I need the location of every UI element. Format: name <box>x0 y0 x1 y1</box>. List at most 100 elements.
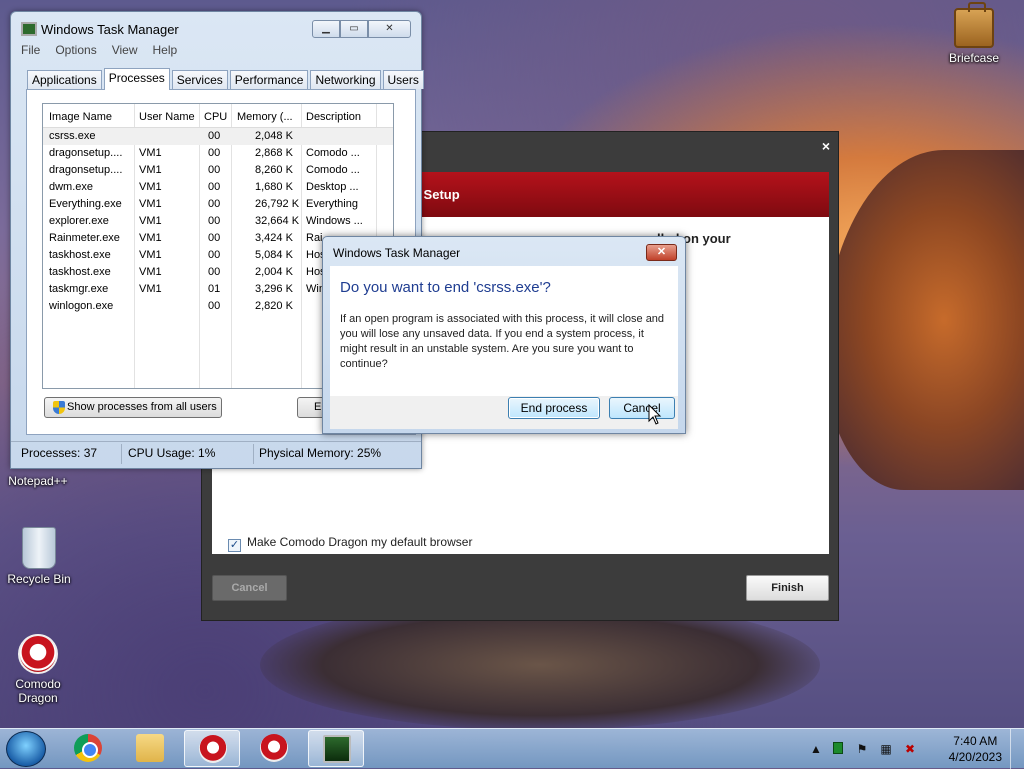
show-all-processes-button[interactable]: Show processes from all users <box>44 397 222 418</box>
cell-mem: 2,048 K <box>255 130 293 142</box>
table-row[interactable]: Everything.exe VM1 00 26,792 K Everything <box>43 196 393 213</box>
cell-mem: 32,664 K <box>255 215 300 227</box>
recycle-bin-icon <box>22 527 56 569</box>
menu-file[interactable]: File <box>21 43 40 57</box>
desktop-icon-comodo-dragon[interactable]: Comodo Dragon <box>0 634 76 705</box>
cell-user: VM1 <box>139 249 162 261</box>
menu-options[interactable]: Options <box>55 43 96 57</box>
dialog-message: If an open program is associated with th… <box>340 313 665 370</box>
tab-networking[interactable]: Networking <box>310 70 381 89</box>
task-manager-icon <box>323 735 351 763</box>
wallpaper-cliff <box>824 150 1024 490</box>
cell-user: VM1 <box>139 283 162 295</box>
dialog-question: Do you want to end 'csrss.exe'? <box>340 279 551 296</box>
cell-desc: Comodo ... <box>306 164 360 176</box>
taskbar-explorer[interactable] <box>122 730 178 767</box>
cell-cpu: 00 <box>208 266 221 278</box>
column-header-image-name[interactable]: Image Name <box>49 111 112 123</box>
tab-users[interactable]: Users <box>382 70 424 89</box>
taskbar: ▲ ⚑ ▦ ✖ 7:40 AM 4/20/2023 <box>0 728 1024 769</box>
desktop-icon-recycle-bin[interactable]: Recycle Bin <box>1 527 77 586</box>
cell-mem: 2,868 K <box>255 147 293 159</box>
default-browser-checkbox-row[interactable]: ✓ Make Comodo Dragon my default browser <box>228 535 472 552</box>
column-header-cpu[interactable]: CPU <box>204 111 227 123</box>
tab-performance[interactable]: Performance <box>229 70 309 89</box>
menu-help[interactable]: Help <box>153 43 178 57</box>
menu-view[interactable]: View <box>112 43 138 57</box>
desktop-icon-label: Briefcase <box>948 51 1000 65</box>
taskbar-task-manager[interactable] <box>308 730 364 767</box>
column-header-description[interactable]: Description <box>306 111 361 123</box>
setup-finish-button[interactable]: Finish <box>746 575 829 601</box>
show-hidden-icon[interactable]: ▲ <box>809 742 823 756</box>
clock-date: 4/20/2023 <box>948 750 1002 764</box>
taskbar-comodo-dragon[interactable] <box>184 730 240 767</box>
taskbar-comodo-setup[interactable] <box>246 730 302 767</box>
status-cpu: CPU Usage: 1% <box>128 446 216 460</box>
mouse-cursor-icon <box>648 404 662 425</box>
table-row[interactable]: explorer.exe VM1 00 32,664 K Windows ... <box>43 213 393 230</box>
cell-desc: Desktop ... <box>306 181 359 193</box>
cell-name: taskhost.exe <box>49 266 111 278</box>
dialog-cancel-button[interactable]: Cancel <box>609 397 675 419</box>
cell-mem: 2,820 K <box>255 300 293 312</box>
close-icon[interactable]: × <box>822 138 830 154</box>
cell-name: explorer.exe <box>49 215 109 227</box>
tab-services[interactable]: Services <box>171 70 228 89</box>
cell-mem: 26,792 K <box>255 198 300 210</box>
status-separator <box>121 444 122 464</box>
cell-cpu: 00 <box>208 249 221 261</box>
cell-user: VM1 <box>139 232 162 244</box>
cell-name: dragonsetup.... <box>49 164 123 176</box>
comodo-dragon-icon <box>18 634 58 674</box>
show-desktop-button[interactable] <box>1010 729 1024 769</box>
cell-mem: 5,084 K <box>255 249 293 261</box>
cell-desc: Rai <box>306 232 323 244</box>
minimize-button[interactable]: ▁ <box>312 20 340 38</box>
cell-cpu: 01 <box>208 283 221 295</box>
desktop-icon-notepad[interactable]: Notepad++ <box>0 474 76 488</box>
folder-icon <box>136 734 164 762</box>
volume-muted-icon[interactable]: ✖ <box>903 742 917 756</box>
cell-name: Rainmeter.exe <box>49 232 120 244</box>
cell-cpu: 00 <box>208 198 221 210</box>
table-row[interactable]: dwm.exe VM1 00 1,680 K Desktop ... <box>43 179 393 196</box>
status-separator <box>253 444 254 464</box>
close-button[interactable]: ✕ <box>368 20 411 38</box>
table-row[interactable]: csrss.exe 00 2,048 K <box>43 128 393 145</box>
clock[interactable]: 7:40 AM 4/20/2023 <box>949 733 1002 765</box>
show-all-processes-label: Show processes from all users <box>67 401 217 413</box>
cell-cpu: 00 <box>208 164 221 176</box>
chrome-icon <box>74 734 102 762</box>
green-app-icon[interactable] <box>833 742 843 754</box>
column-header-memory[interactable]: Memory (... <box>237 111 293 123</box>
setup-cancel-button[interactable]: Cancel <box>212 575 287 601</box>
network-icon[interactable]: ▦ <box>879 742 893 756</box>
clock-time: 7:40 AM <box>953 734 998 748</box>
status-memory: Physical Memory: 25% <box>259 446 382 460</box>
cell-mem: 8,260 K <box>255 164 293 176</box>
start-button[interactable] <box>6 731 46 767</box>
cell-cpu: 00 <box>208 300 221 312</box>
column-header-user-name[interactable]: User Name <box>139 111 195 123</box>
desktop-icon-briefcase[interactable]: Briefcase <box>936 2 1012 65</box>
cell-cpu: 00 <box>208 181 221 193</box>
taskbar-chrome[interactable] <box>60 730 116 767</box>
end-process-confirm-button[interactable]: End process <box>508 397 600 419</box>
flag-icon[interactable]: ⚑ <box>855 742 869 756</box>
system-tray: ▲ ⚑ ▦ ✖ 7:40 AM 4/20/2023 <box>809 729 1024 769</box>
comodo-dragon-icon <box>260 734 288 762</box>
maximize-button[interactable]: ▭ <box>340 20 368 38</box>
cell-user: VM1 <box>139 215 162 227</box>
tab-processes[interactable]: Processes <box>103 68 170 90</box>
cell-name: dragonsetup.... <box>49 147 123 159</box>
table-row[interactable]: dragonsetup.... VM1 00 8,260 K Comodo ... <box>43 162 393 179</box>
briefcase-icon <box>954 2 994 48</box>
tab-applications[interactable]: Applications <box>27 70 102 89</box>
status-bar: Processes: 37 CPU Usage: 1% Physical Mem… <box>11 441 421 465</box>
table-row[interactable]: dragonsetup.... VM1 00 2,868 K Comodo ... <box>43 145 393 162</box>
cell-name: Everything.exe <box>49 198 122 210</box>
dialog-close-button[interactable]: ✕ <box>646 244 677 261</box>
cell-mem: 3,296 K <box>255 283 293 295</box>
checkbox-checked-icon[interactable]: ✓ <box>228 539 241 552</box>
